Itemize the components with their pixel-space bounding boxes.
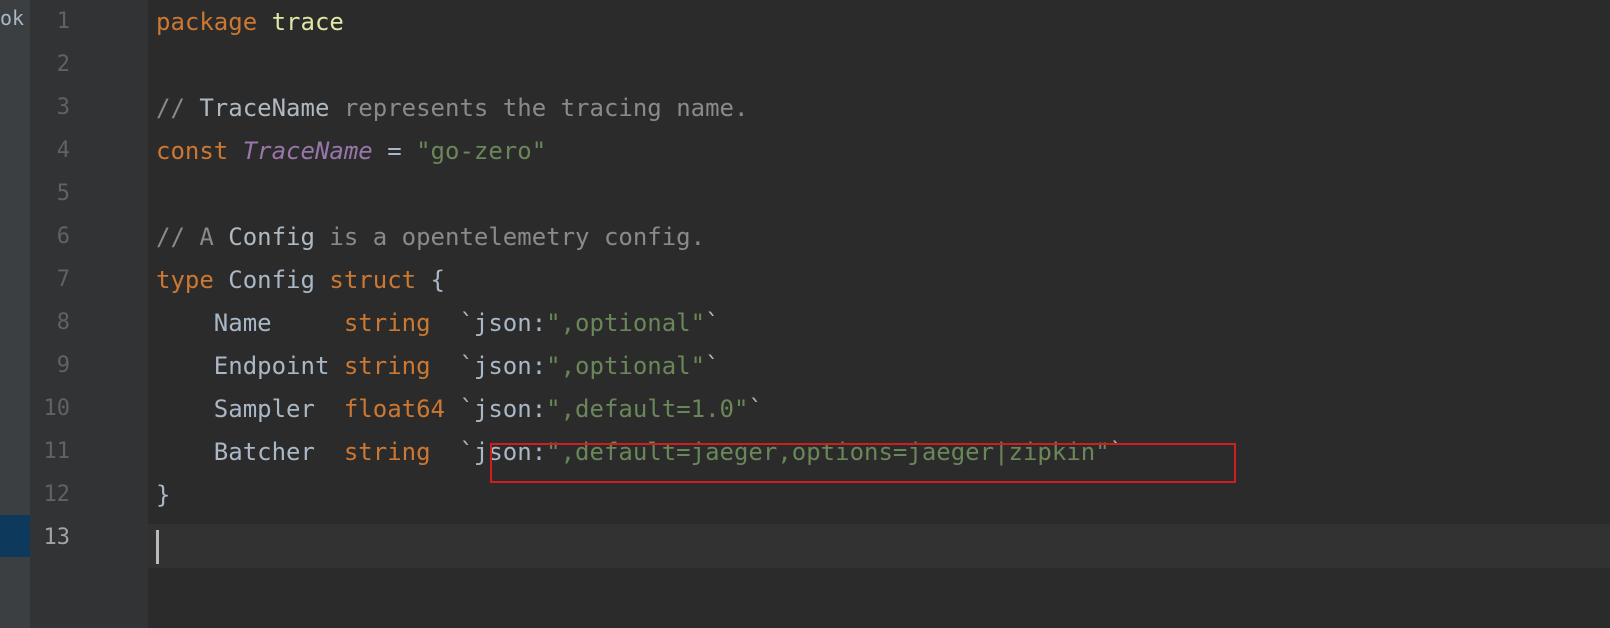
code-line[interactable]: } <box>156 473 170 517</box>
code-line[interactable]: const TraceName = "go-zero" <box>156 129 546 173</box>
code-token: // A <box>156 223 229 251</box>
annotation-highlight-box <box>490 443 1236 483</box>
code-token: // <box>156 94 200 122</box>
code-token: ",optional" <box>546 309 706 337</box>
current-line-marker <box>0 515 30 557</box>
tool-window-strip: ok <box>0 0 30 628</box>
code-token: `json: <box>430 352 547 380</box>
code-token: type <box>156 266 214 294</box>
code-token: Config <box>228 223 315 251</box>
code-token: TraceName <box>242 137 373 165</box>
line-number: 3 <box>56 95 70 120</box>
code-token: ` <box>705 309 720 337</box>
code-token: { <box>416 266 445 294</box>
code-line[interactable]: // A Config is a opentelemetry config. <box>156 215 705 259</box>
current-line-highlight <box>148 524 1610 568</box>
code-token: string <box>343 352 431 380</box>
line-number: 10 <box>43 396 71 421</box>
code-line[interactable]: type Config struct { <box>156 258 445 302</box>
code-token: Sampler <box>156 395 344 423</box>
code-line[interactable]: Name string `json:",optional"` <box>156 301 720 345</box>
code-token: string <box>343 309 431 337</box>
code-token: const <box>156 137 229 165</box>
code-editor[interactable]: ok 1 2 3 4 5 6 7 8 9 10 11 12 13 package trace// Tra… <box>0 0 1610 628</box>
code-line[interactable]: package trace <box>156 0 344 44</box>
code-token: } <box>156 481 171 509</box>
code-token: is a opentelemetry config. <box>314 223 706 251</box>
code-token: ` <box>748 395 763 423</box>
line-number: 13 <box>43 525 71 550</box>
truncated-tab-label: ok <box>0 6 25 30</box>
code-token: package <box>156 8 258 36</box>
code-token: `json: <box>445 395 547 423</box>
code-line[interactable]: Endpoint string `json:",optional"` <box>156 344 720 388</box>
line-number: 5 <box>56 181 70 206</box>
line-number: 9 <box>56 353 70 378</box>
code-token: Name <box>156 309 344 337</box>
line-number: 2 <box>56 52 70 77</box>
line-number: 8 <box>56 310 70 335</box>
code-token: ",optional" <box>546 352 706 380</box>
code-token: float64 <box>343 395 445 423</box>
code-token: ` <box>705 352 720 380</box>
line-number: 7 <box>56 267 70 292</box>
code-token: Endpoint <box>156 352 344 380</box>
code-token: struct <box>329 266 417 294</box>
text-caret <box>156 530 159 564</box>
line-number: 11 <box>43 439 71 464</box>
code-token: Config <box>213 266 330 294</box>
code-token: trace <box>271 8 344 36</box>
line-number: 6 <box>56 224 70 249</box>
code-token: `json: <box>430 309 547 337</box>
code-line[interactable]: Sampler float64 `json:",default=1.0"` <box>156 387 763 431</box>
code-token: string <box>343 438 431 466</box>
code-token: = <box>372 137 417 165</box>
line-number: 4 <box>56 138 70 163</box>
code-token: TraceName <box>199 94 330 122</box>
code-token: "go-zero" <box>416 137 547 165</box>
code-token: represents the tracing name. <box>329 94 749 122</box>
line-number: 1 <box>56 9 70 34</box>
code-token: Batcher <box>156 438 344 466</box>
code-line[interactable]: // TraceName represents the tracing name… <box>156 86 748 130</box>
code-token: ",default=1.0" <box>546 395 749 423</box>
line-number: 12 <box>43 482 71 507</box>
